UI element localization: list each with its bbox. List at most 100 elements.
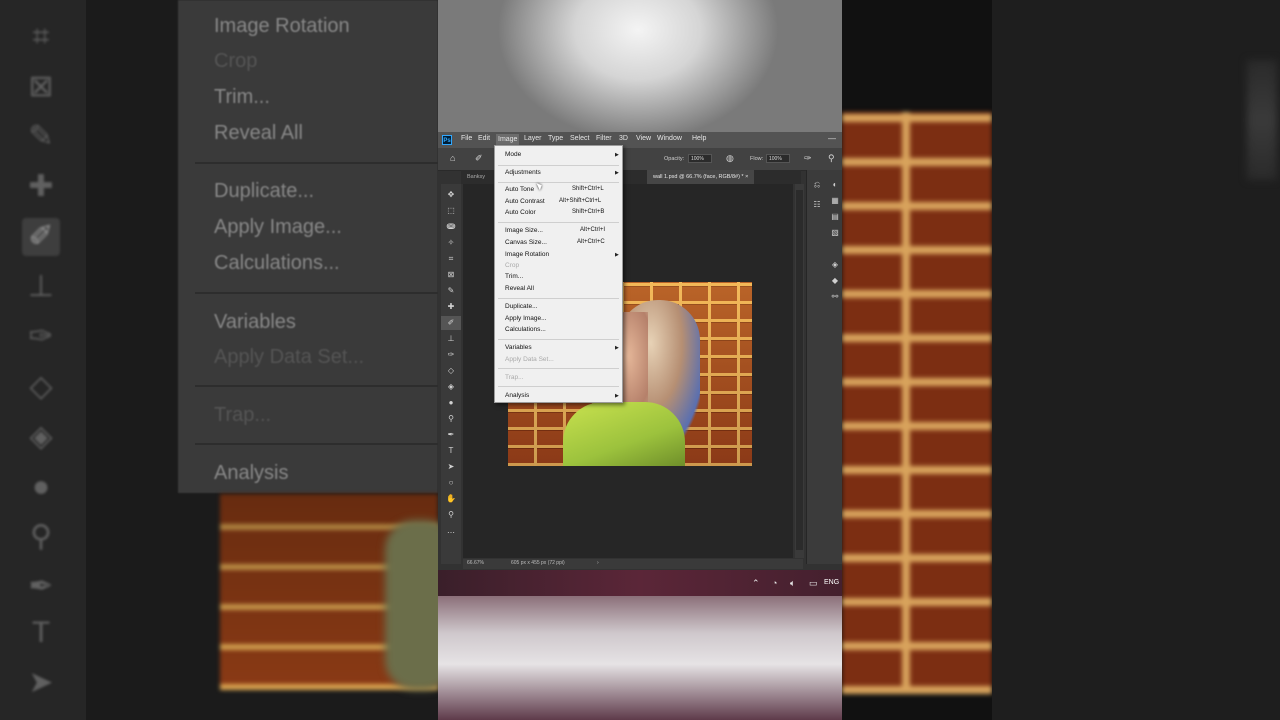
home-icon[interactable]: ⌂ [450, 153, 455, 163]
lasso-tool-icon[interactable]: ↈ [441, 220, 461, 234]
eraser-tool-icon[interactable]: ◇ [441, 364, 461, 378]
hand-tool-icon[interactable]: ✋ [441, 492, 461, 506]
menu-layer[interactable]: Layer [524, 135, 542, 142]
layers-panel-icon[interactable]: ◆ [829, 276, 841, 286]
tray-chevron-icon[interactable]: ⌃ [752, 578, 760, 589]
menu-help[interactable]: Help [692, 135, 706, 142]
dodge-tool-icon[interactable]: ⚲ [441, 412, 461, 426]
marquee-tool-icon[interactable]: ⬚ [441, 204, 461, 218]
menu-edit[interactable]: Edit [478, 135, 490, 142]
menu-item-auto-contrast[interactable]: Auto Contrast [505, 198, 545, 205]
airbrush-icon[interactable]: ✑ [804, 153, 812, 164]
close-icon[interactable]: × [745, 174, 748, 180]
color-panel-icon[interactable]: ◐ [829, 180, 841, 190]
brush-tool-icon[interactable]: ✐ [441, 316, 461, 330]
menu-item-analysis[interactable]: Analysis [505, 392, 529, 399]
language-indicator[interactable]: ENG [824, 579, 839, 586]
status-bar: 66.67% 605 px x 455 px (72 ppi) › [463, 559, 803, 569]
patterns-panel-icon[interactable]: ▧ [829, 228, 841, 238]
crop-tool-icon[interactable]: ⌗ [441, 252, 461, 266]
opacity-input[interactable]: 100% [688, 154, 712, 163]
history-brush-tool-icon[interactable]: ✑ [441, 348, 461, 362]
menu-item-image-size[interactable]: Image Size... [505, 227, 543, 234]
windows-taskbar: ⌃ ◔ 🔈︎ ▭ ENG [438, 570, 842, 596]
brush-icon: ✐ [22, 218, 60, 256]
tab-wall-1[interactable]: wall 1.psd @ 66.7% (face, RGB/8#) * × [647, 170, 755, 184]
menu-filter[interactable]: Filter [596, 135, 612, 142]
menu-3d[interactable]: 3D [619, 135, 628, 142]
menu-item-canvas-size[interactable]: Canvas Size... [505, 239, 547, 246]
status-arrow-icon[interactable]: › [597, 560, 599, 566]
menu-type[interactable]: Type [548, 135, 563, 142]
history-brush-icon: ✑ [28, 320, 54, 353]
gradients-panel-icon[interactable]: ▤ [829, 212, 841, 222]
pen-tool-icon[interactable]: ✒ [441, 428, 461, 442]
menu-item-auto-color[interactable]: Auto Color [505, 209, 536, 216]
blurred-brick-photo [842, 112, 992, 694]
blurred-menu-item: Trap... [214, 404, 272, 426]
zoom-level[interactable]: 66.67% [467, 560, 484, 566]
stamp-icon: ⊥ [27, 270, 55, 303]
menu-item-reveal-all[interactable]: Reveal All [505, 285, 534, 292]
menu-image[interactable]: Image [496, 134, 520, 145]
menu-view[interactable]: View [636, 135, 651, 142]
blurred-menu-item: Reveal All [214, 122, 303, 144]
battery-icon[interactable]: ▭ [809, 578, 818, 589]
menu-item-adjustments[interactable]: Adjustments [505, 169, 541, 176]
crop-icon: ⌗ [32, 20, 50, 53]
menu-item-trim[interactable]: Trim... [505, 273, 523, 280]
network-icon[interactable]: ◔ [772, 578, 777, 588]
quick-select-tool-icon[interactable]: ✧ [441, 236, 461, 250]
adjustments-panel-icon[interactable]: ◈ [829, 260, 841, 270]
background-right-blur [842, 0, 1280, 720]
blurred-separator [195, 385, 438, 387]
path-select-tool-icon[interactable]: ➤ [441, 460, 461, 474]
minimize-button[interactable]: — [828, 134, 836, 143]
frame-tool-icon[interactable]: ⊠ [441, 268, 461, 282]
flow-label: Flow: [750, 156, 764, 162]
volume-icon[interactable]: 🔈︎ [790, 578, 795, 589]
menu-item-calculations[interactable]: Calculations... [505, 326, 546, 333]
menu-item-duplicate[interactable]: Duplicate... [505, 303, 538, 310]
bucket-tool-icon[interactable]: ◈ [441, 380, 461, 394]
healing-tool-icon[interactable]: ✚ [441, 300, 461, 314]
flow-input[interactable]: 100% [766, 154, 790, 163]
shape-tool-icon[interactable]: ○ [441, 476, 461, 490]
menu-item-apply-image[interactable]: Apply Image... [505, 315, 547, 322]
stamp-tool-icon[interactable]: ⊥ [441, 332, 461, 346]
person-top [563, 402, 685, 466]
blurred-separator [195, 292, 438, 294]
menu-item-image-rotation[interactable]: Image Rotation [505, 251, 549, 258]
history-panel-icon[interactable]: ⎌ [811, 180, 823, 190]
menu-window[interactable]: Window [657, 135, 682, 142]
zoom-tool-icon[interactable]: ⚲ [441, 508, 461, 522]
type-tool-icon[interactable]: T [441, 444, 461, 458]
blurred-person [385, 520, 438, 690]
blurred-menu-item: Analysis [214, 462, 289, 484]
channels-panel-icon[interactable]: ⚯ [829, 292, 841, 302]
menu-item-mode[interactable]: Mode [505, 151, 521, 158]
menu-file[interactable]: File [461, 135, 472, 142]
more-tools-icon[interactable]: ⋯ [441, 526, 461, 540]
search-icon[interactable]: ⚲ [828, 153, 835, 164]
swatches-panel-icon[interactable]: ▦ [829, 196, 841, 206]
move-tool-icon[interactable]: ✥ [441, 188, 461, 202]
blurred-menu-item: Duplicate... [214, 180, 315, 202]
eraser-icon: ◇ [29, 370, 53, 403]
brush-preset-icon[interactable]: ✐ [475, 153, 483, 164]
eyedropper-tool-icon[interactable]: ✎ [441, 284, 461, 298]
menu-item-auto-tone[interactable]: Auto Tone [505, 186, 534, 193]
scrollbar-thumb[interactable] [796, 190, 803, 550]
blur-icon: ● [31, 470, 51, 503]
menu-item-variables[interactable]: Variables [505, 344, 532, 351]
tab-banksy[interactable]: Banksy [461, 170, 491, 184]
pressure-opacity-icon[interactable]: ◍ [726, 153, 734, 164]
blur-tool-icon[interactable]: ● [441, 396, 461, 410]
submenu-arrow-icon: ▶ [615, 393, 619, 399]
properties-panel-icon[interactable]: ☷ [811, 200, 823, 210]
eyedropper-icon: ✎ [28, 120, 54, 153]
menu-item-crop: Crop [505, 262, 520, 269]
pen-icon: ✒ [28, 570, 54, 603]
menu-select[interactable]: Select [570, 135, 589, 142]
blurred-menu-item: Apply Data Set... [214, 346, 365, 368]
